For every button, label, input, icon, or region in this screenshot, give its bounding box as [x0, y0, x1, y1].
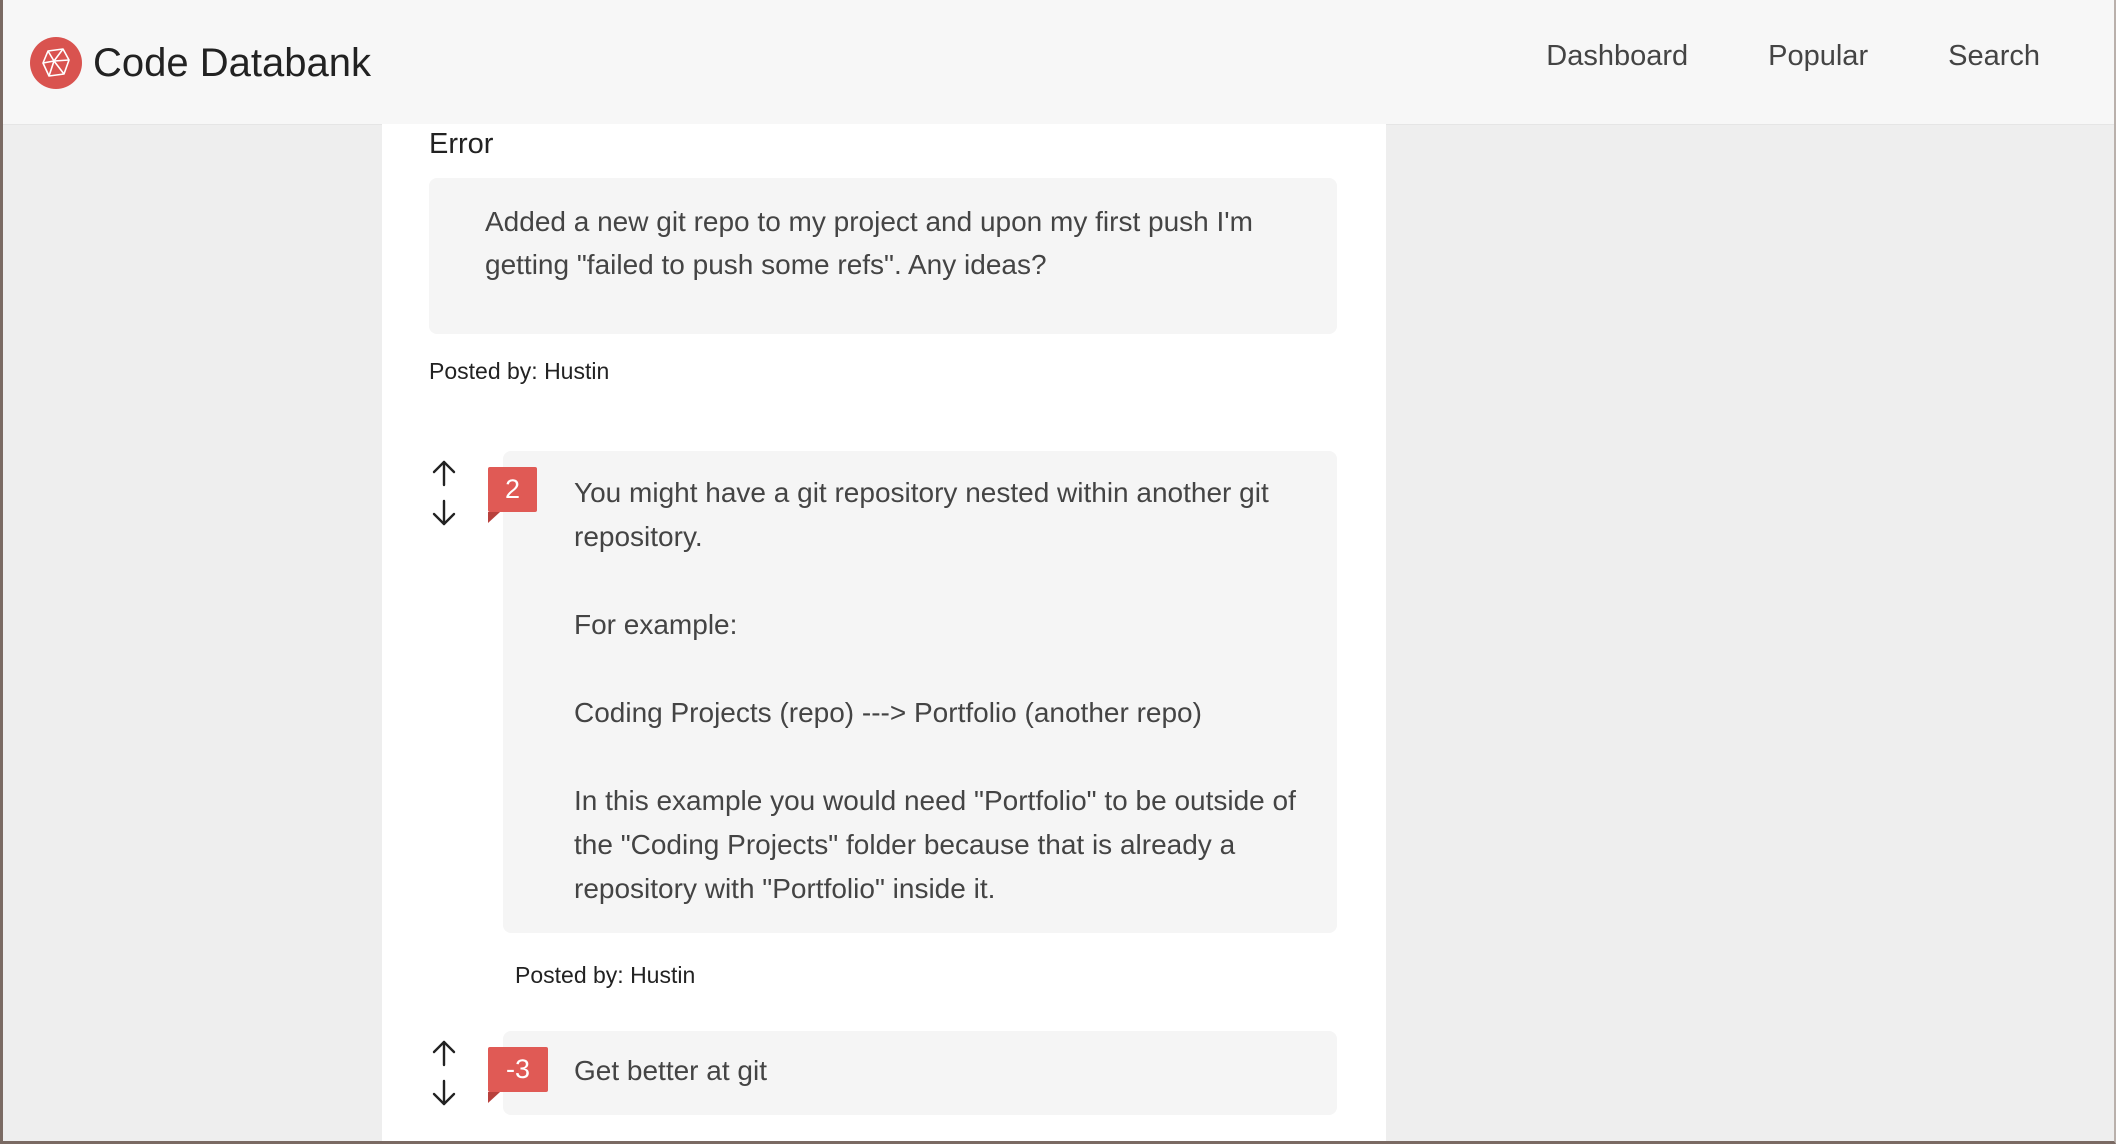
arrow-up-icon[interactable]: [429, 458, 459, 488]
brand-link[interactable]: Code Databank: [30, 37, 371, 89]
question-posted-by: Posted by: Hustin: [429, 358, 610, 384]
arrow-down-icon[interactable]: [429, 1078, 459, 1108]
polyhedron-logo-icon: [30, 37, 82, 89]
answer-paragraph: Coding Projects (repo) ---> Portfolio (a…: [574, 697, 1202, 728]
answer-body: You might have a git repository nested w…: [574, 471, 1309, 911]
question-title: Error: [429, 128, 494, 160]
nav-search[interactable]: Search: [1948, 40, 2040, 73]
score-badge: -3: [488, 1047, 548, 1092]
nav-links: Dashboard Popular Search: [1466, 40, 2040, 73]
navbar: Code Databank Dashboard Popular Search: [0, 0, 2116, 124]
arrow-up-icon[interactable]: [429, 1038, 459, 1068]
answer-paragraph: Get better at git: [574, 1055, 767, 1086]
question-body-box: Added a new git repo to my project and u…: [429, 178, 1337, 334]
nav-popular[interactable]: Popular: [1768, 40, 1868, 73]
arrow-down-icon[interactable]: [429, 498, 459, 528]
answer-body-box: You might have a git repository nested w…: [503, 451, 1337, 933]
nav-dashboard[interactable]: Dashboard: [1546, 40, 1688, 73]
answer-paragraph: In this example you would need "Portfoli…: [574, 785, 1296, 904]
score-badge: 2: [488, 467, 537, 512]
question-body: Added a new git repo to my project and u…: [485, 206, 1253, 280]
answer-posted-by: Posted by: Hustin: [515, 962, 696, 988]
answer-vote-controls: [429, 1038, 459, 1118]
answer-paragraph: You might have a git repository nested w…: [574, 477, 1269, 552]
answer-body-box: Get better at git: [503, 1031, 1337, 1115]
brand-name: Code Databank: [93, 40, 371, 85]
answer-vote-controls: [429, 458, 459, 538]
post-card: Error Added a new git repo to my project…: [382, 124, 1386, 1141]
answer-paragraph: For example:: [574, 609, 738, 640]
answer-body: Get better at git: [574, 1049, 1309, 1093]
